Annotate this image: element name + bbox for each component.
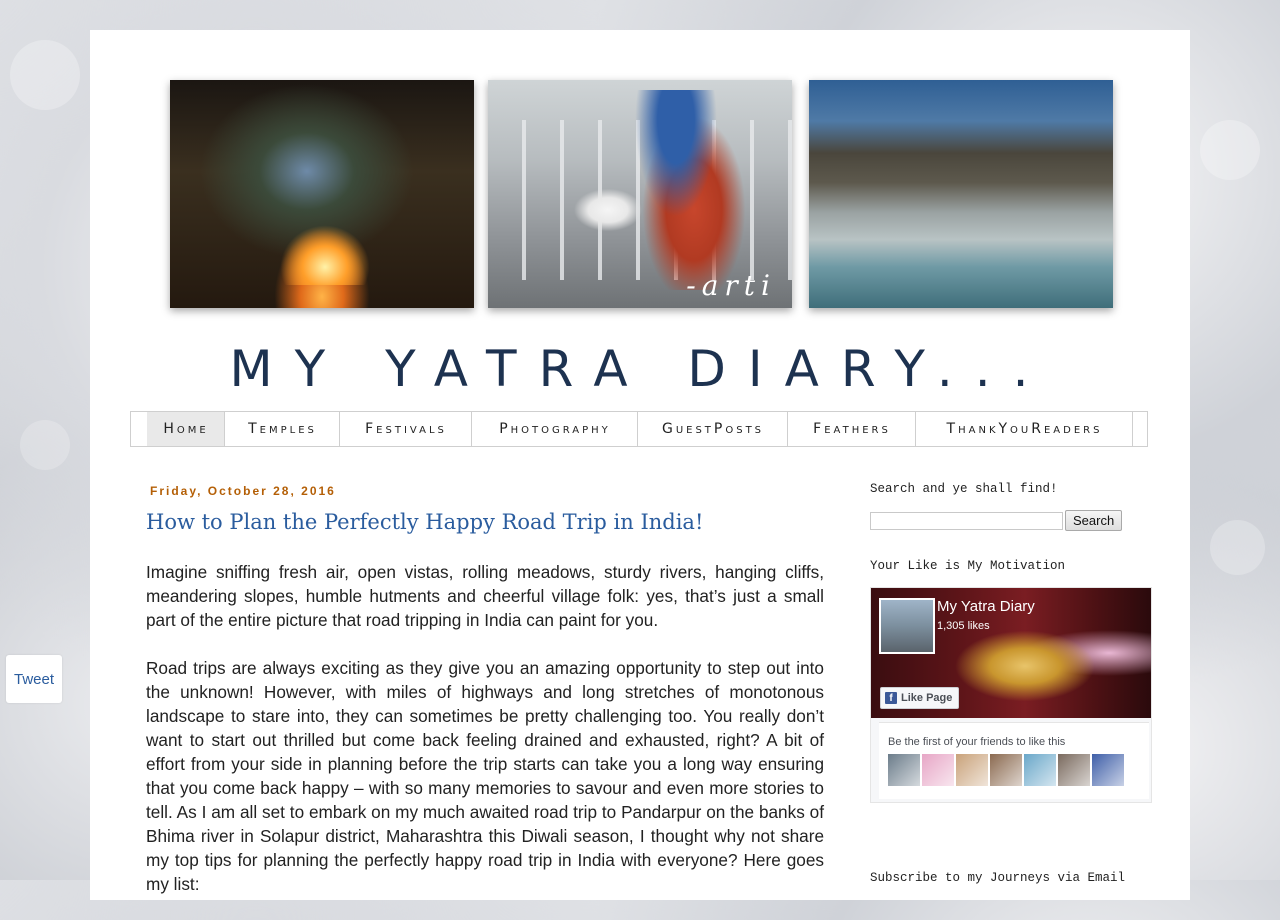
fb-like-count: 1,305 likes	[937, 620, 990, 632]
post-title[interactable]: How to Plan the Perfectly Happy Road Tri…	[146, 510, 826, 534]
nav-item-festivals[interactable]: Festivals	[340, 412, 472, 446]
nav-item-home[interactable]: Home	[147, 412, 225, 446]
post-paragraph: Imagine sniffing fresh air, open vistas,…	[146, 562, 824, 630]
like-widget-title: Your Like is My Motivation	[870, 559, 1066, 573]
nav-item-temples[interactable]: Temples	[225, 412, 340, 446]
blog-header[interactable]: -arti MY YATRA DIARY...	[130, 50, 1150, 405]
nav-item-feathers[interactable]: Feathers	[788, 412, 916, 446]
nav-item-thankyoureaders[interactable]: ThankYouReaders	[916, 412, 1133, 446]
fb-friend-avatar[interactable]	[888, 754, 920, 786]
fb-friend-avatar[interactable]	[1092, 754, 1124, 786]
fb-friend-avatar[interactable]	[956, 754, 988, 786]
nav-item-guestposts[interactable]: GuestPosts	[638, 412, 788, 446]
fb-first-friends-text: Be the first of your friends to like thi…	[888, 736, 1066, 748]
fb-cover-photo[interactable]: My Yatra Diary 1,305 likes f Like Page	[871, 588, 1151, 718]
header-photo-goat: -arti	[488, 80, 792, 308]
fb-page-name[interactable]: My Yatra Diary	[937, 598, 1035, 615]
post-body: Imagine sniffing fresh air, open vistas,…	[146, 560, 824, 920]
search-row: Search	[870, 510, 1160, 531]
fb-friend-faces	[888, 754, 1126, 786]
nav-bar: Home Temples Festivals Photography Guest…	[130, 411, 1148, 447]
lamp-flame	[280, 225, 370, 285]
fb-friend-avatar[interactable]	[1058, 754, 1090, 786]
fb-like-page-label: Like Page	[901, 692, 953, 704]
goat	[568, 185, 648, 235]
fb-friend-avatar[interactable]	[990, 754, 1022, 786]
subscribe-widget-title: Subscribe to my Journeys via Email	[870, 871, 1126, 885]
blog-page: -arti MY YATRA DIARY... Home Temples Fes…	[90, 30, 1190, 900]
search-button[interactable]: Search	[1065, 510, 1123, 531]
nav-item-photography[interactable]: Photography	[472, 412, 638, 446]
search-widget-title: Search and ye shall find!	[870, 482, 1058, 496]
search-input[interactable]	[870, 511, 1063, 530]
post-paragraph: Road trips are always exciting as they g…	[146, 658, 824, 894]
post-date: Friday, October 28, 2016	[150, 484, 336, 498]
tweet-button[interactable]: Tweet	[6, 655, 62, 703]
fb-friend-avatar[interactable]	[1024, 754, 1056, 786]
header-photo-river	[809, 80, 1113, 308]
blog-title[interactable]: MY YATRA DIARY...	[130, 340, 1150, 398]
facebook-icon: f	[885, 692, 897, 704]
photo-signature: -arti	[686, 269, 776, 302]
fb-friends-panel: Be the first of your friends to like thi…	[879, 722, 1149, 799]
sidebar: Search and ye shall find! Search Your Li…	[870, 482, 1160, 803]
header-photo-temple	[170, 80, 474, 308]
fb-friend-avatar[interactable]	[922, 754, 954, 786]
fb-like-page-button[interactable]: f Like Page	[880, 687, 960, 709]
fb-page-avatar[interactable]	[879, 598, 935, 654]
facebook-page-widget: My Yatra Diary 1,305 likes f Like Page B…	[870, 587, 1152, 803]
